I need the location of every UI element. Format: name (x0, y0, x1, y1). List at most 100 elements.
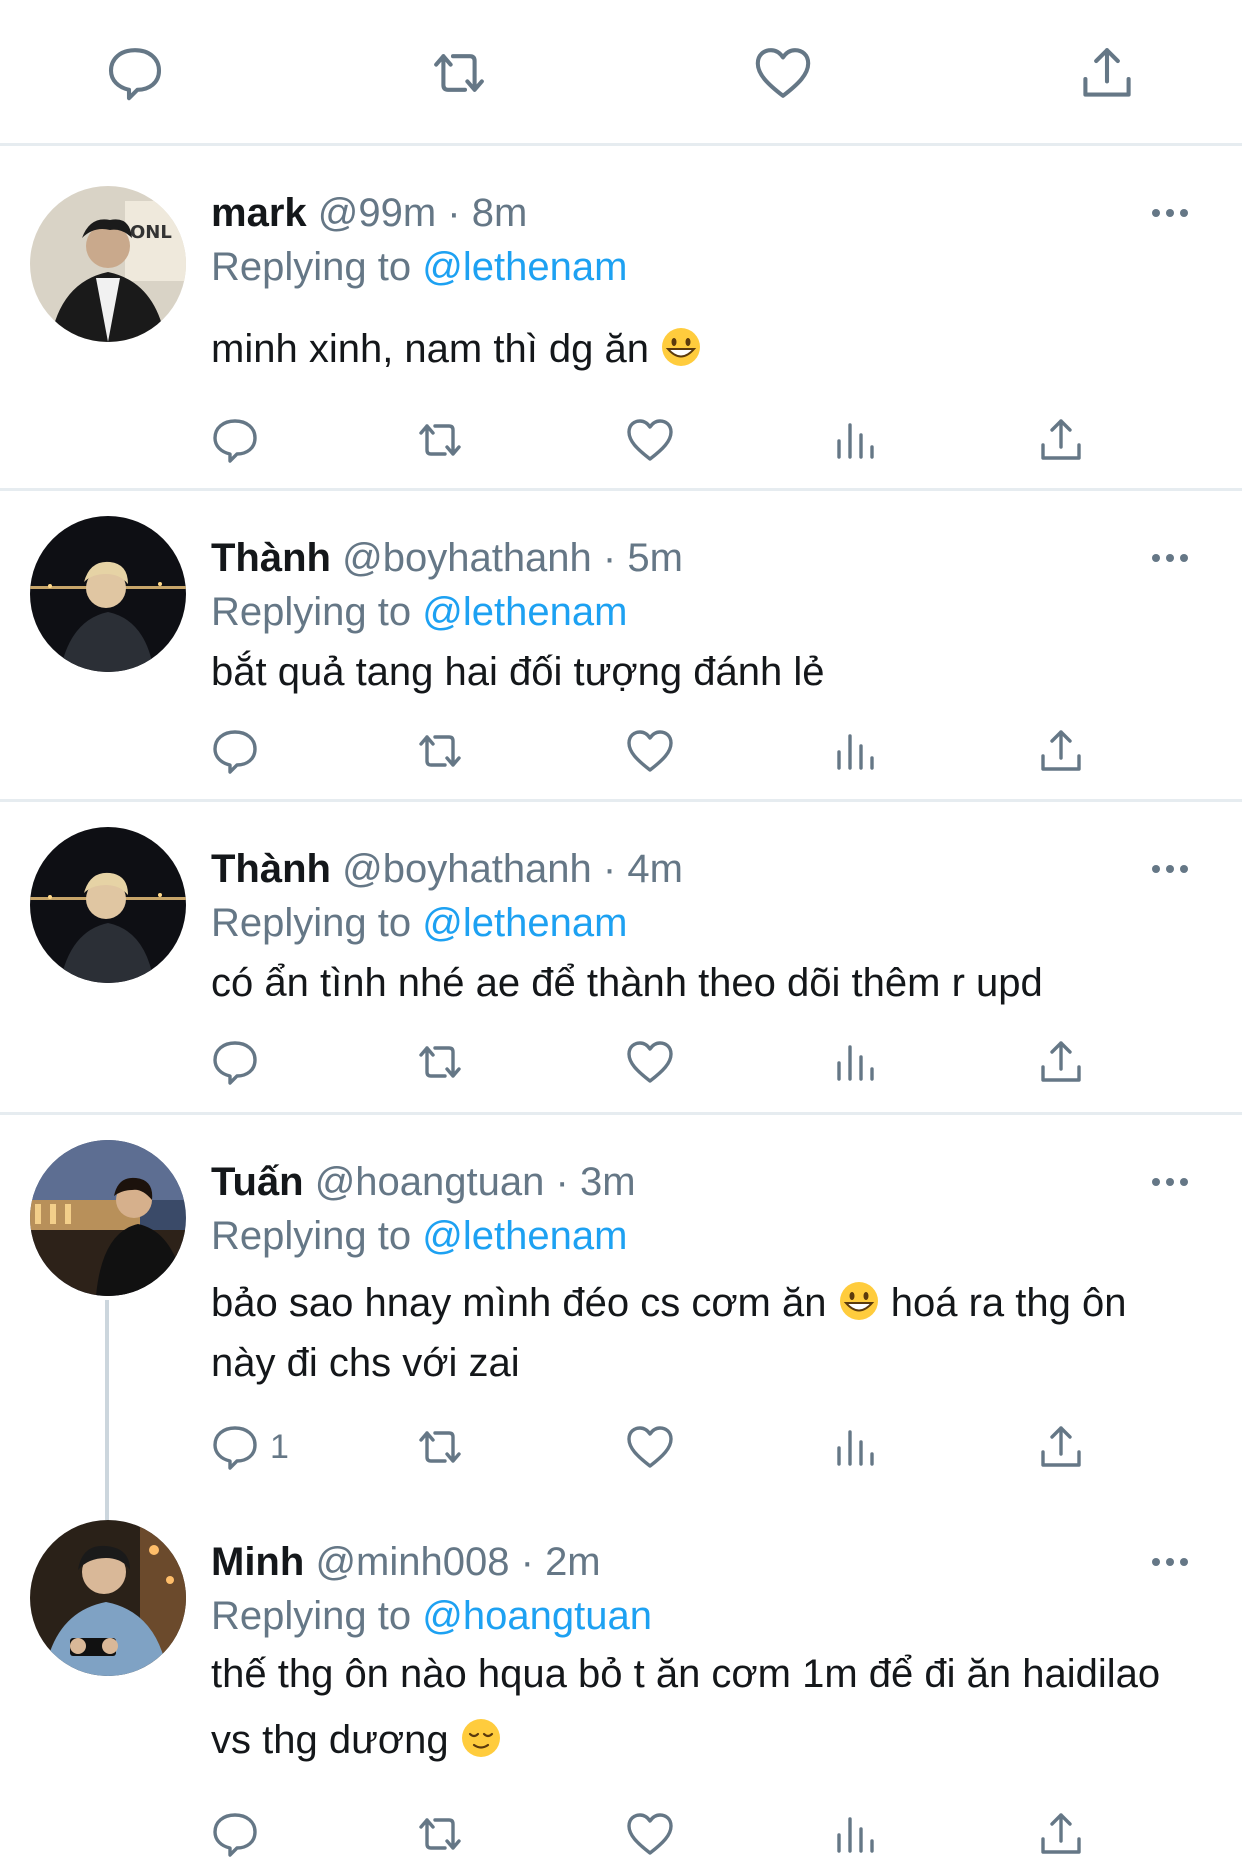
relieved-face-emoji (461, 1719, 500, 1757)
user-handle[interactable]: @boyhathanh (342, 847, 592, 891)
analytics-button[interactable] (831, 1804, 881, 1864)
like-button[interactable] (625, 1032, 675, 1092)
share-icon (1083, 48, 1131, 97)
mention-link[interactable]: @lethenam (422, 1214, 627, 1258)
tweet-header: Thành @boyhathanh · 4m (211, 844, 683, 894)
replying-to-label: Replying to (211, 1594, 412, 1638)
replying-to-label: Replying to (211, 245, 412, 289)
tweet-actions (0, 721, 1242, 781)
retweet-button[interactable] (415, 410, 465, 470)
avatar-photo (30, 1520, 186, 1676)
reply-button[interactable]: 1 (210, 1417, 289, 1477)
display-name[interactable]: Minh (211, 1540, 304, 1584)
replying-to: Replying to @lethenam (211, 1211, 627, 1261)
svg-text:ONL: ONL (130, 222, 172, 243)
share-button[interactable] (1036, 1804, 1086, 1864)
retweet-button[interactable] (415, 1804, 465, 1864)
like-icon (627, 1813, 673, 1855)
mention-link[interactable]: @lethenam (422, 901, 627, 945)
like-button[interactable] (625, 1804, 675, 1864)
share-icon (1041, 1426, 1081, 1467)
reply-button[interactable] (100, 38, 170, 108)
share-button[interactable] (1036, 721, 1086, 781)
user-handle[interactable]: @minh008 (315, 1540, 509, 1584)
mention-link[interactable]: @hoangtuan (422, 1594, 652, 1638)
reply-button[interactable] (210, 721, 270, 781)
user-handle[interactable]: @boyhathanh (342, 536, 592, 580)
reply-icon (213, 1813, 257, 1857)
retweet-button[interactable] (415, 721, 465, 781)
user-handle[interactable]: @99m (318, 191, 436, 235)
avatar[interactable] (30, 1140, 186, 1296)
reply-count: 1 (270, 1427, 289, 1466)
avatar[interactable]: ONL (30, 186, 186, 342)
avatar[interactable] (30, 1520, 186, 1676)
retweet-icon (419, 1818, 461, 1850)
reply-button[interactable] (210, 410, 270, 470)
like-button[interactable] (748, 38, 818, 108)
timestamp[interactable]: 4m (627, 847, 683, 891)
tweet: Thành @boyhathanh · 4m Replying to @leth… (0, 802, 1242, 1112)
timestamp[interactable]: 5m (627, 536, 683, 580)
more-options-button[interactable] (1140, 1547, 1200, 1577)
replying-to-label: Replying to (211, 901, 412, 945)
avatar-photo (30, 827, 186, 983)
display-name[interactable]: mark (211, 191, 307, 235)
timestamp[interactable]: 8m (472, 191, 528, 235)
tweet-header: mark @99m · 8m (211, 188, 527, 238)
tweet-text-before-emoji: thế thg ôn nào hqua bỏ t ăn cơm 1m để đi… (211, 1652, 1161, 1762)
more-options-button[interactable] (1140, 198, 1200, 228)
reply-button[interactable] (210, 1032, 270, 1092)
retweet-button[interactable] (415, 1417, 465, 1477)
share-button[interactable] (1072, 38, 1142, 108)
retweet-button[interactable] (424, 38, 494, 108)
user-handle[interactable]: @hoangtuan (315, 1160, 545, 1204)
tweet: ONL mark @99m · 8m Replying to @lethenam… (0, 146, 1242, 488)
display-name[interactable]: Thành (211, 847, 331, 891)
analytics-icon (837, 1817, 874, 1853)
separator-dot: · (602, 847, 617, 891)
analytics-button[interactable] (831, 1417, 881, 1477)
like-button[interactable] (625, 1417, 675, 1477)
analytics-icon (837, 423, 874, 459)
reply-icon (213, 1041, 257, 1085)
analytics-icon (837, 1430, 874, 1466)
tweet-header: Tuấn @hoangtuan · 3m (211, 1157, 636, 1207)
more-options-button[interactable] (1140, 1167, 1200, 1197)
replying-to: Replying to @lethenam (211, 242, 627, 292)
tweet-text: minh xinh, nam thì dg ăn (211, 316, 1182, 382)
display-name[interactable]: Tuấn (211, 1160, 304, 1204)
analytics-icon (837, 1045, 874, 1081)
share-button[interactable] (1036, 1417, 1086, 1477)
like-icon (627, 1041, 673, 1083)
display-name[interactable]: Thành (211, 536, 331, 580)
like-icon (755, 48, 811, 98)
like-button[interactable] (625, 721, 675, 781)
timestamp[interactable]: 3m (580, 1160, 636, 1204)
retweet-icon (419, 1431, 461, 1463)
separator-dot: · (520, 1540, 534, 1584)
share-icon (1041, 1041, 1081, 1082)
analytics-icon (837, 734, 874, 770)
timestamp[interactable]: 2m (545, 1540, 601, 1584)
analytics-button[interactable] (831, 1032, 881, 1092)
reply-button[interactable] (210, 1804, 270, 1864)
analytics-button[interactable] (831, 721, 881, 781)
tweet-text: thế thg ôn nào hqua bỏ t ăn cơm 1m để đi… (211, 1641, 1182, 1773)
like-icon (627, 419, 673, 461)
more-options-button[interactable] (1140, 543, 1200, 573)
like-button[interactable] (625, 410, 675, 470)
mention-link[interactable]: @lethenam (422, 590, 627, 634)
mention-link[interactable]: @lethenam (422, 245, 627, 289)
share-button[interactable] (1036, 410, 1086, 470)
share-icon (1041, 419, 1081, 460)
share-button[interactable] (1036, 1032, 1086, 1092)
tweet-actions (0, 1032, 1242, 1092)
more-options-button[interactable] (1140, 854, 1200, 884)
analytics-button[interactable] (831, 410, 881, 470)
retweet-button[interactable] (415, 1032, 465, 1092)
avatar[interactable] (30, 827, 186, 983)
tweet-text: có ẩn tình nhé ae để thành theo dõi thêm… (211, 950, 1182, 1016)
avatar[interactable] (30, 516, 186, 672)
reply-icon (213, 419, 257, 463)
